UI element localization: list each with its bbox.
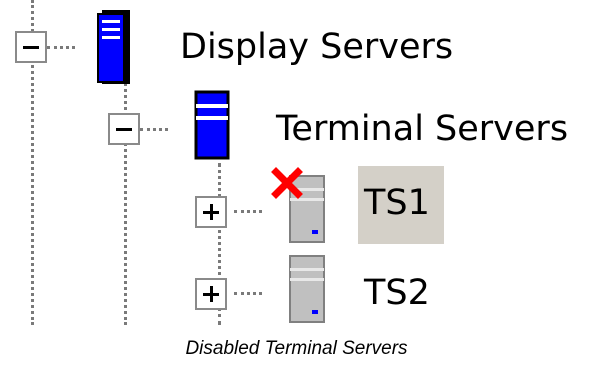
server-gray-icon [289, 255, 325, 323]
collapse-button-terminal-servers[interactable] [108, 113, 140, 145]
expand-button-ts1[interactable] [195, 196, 227, 228]
server-stack-blue-icon [194, 90, 230, 160]
node-label-ts2[interactable]: TS2 [364, 276, 430, 311]
red-x-icon [271, 167, 303, 199]
node-label-terminal-servers[interactable]: Terminal Servers [276, 112, 568, 147]
node-label-display-servers[interactable]: Display Servers [180, 30, 453, 65]
tree-line-ts1-branch [234, 210, 262, 213]
figure-caption: Disabled Terminal Servers [185, 338, 408, 359]
expand-button-ts2[interactable] [195, 278, 227, 310]
node-label-ts1[interactable]: TS1 [358, 166, 444, 244]
server-tower-blue-icon [97, 10, 130, 84]
tree-line-terminal-branch [140, 128, 168, 131]
tree-line-ts2-branch [234, 292, 262, 295]
collapse-button-display-servers[interactable] [15, 31, 47, 63]
tree-line-root-branch [47, 46, 75, 49]
